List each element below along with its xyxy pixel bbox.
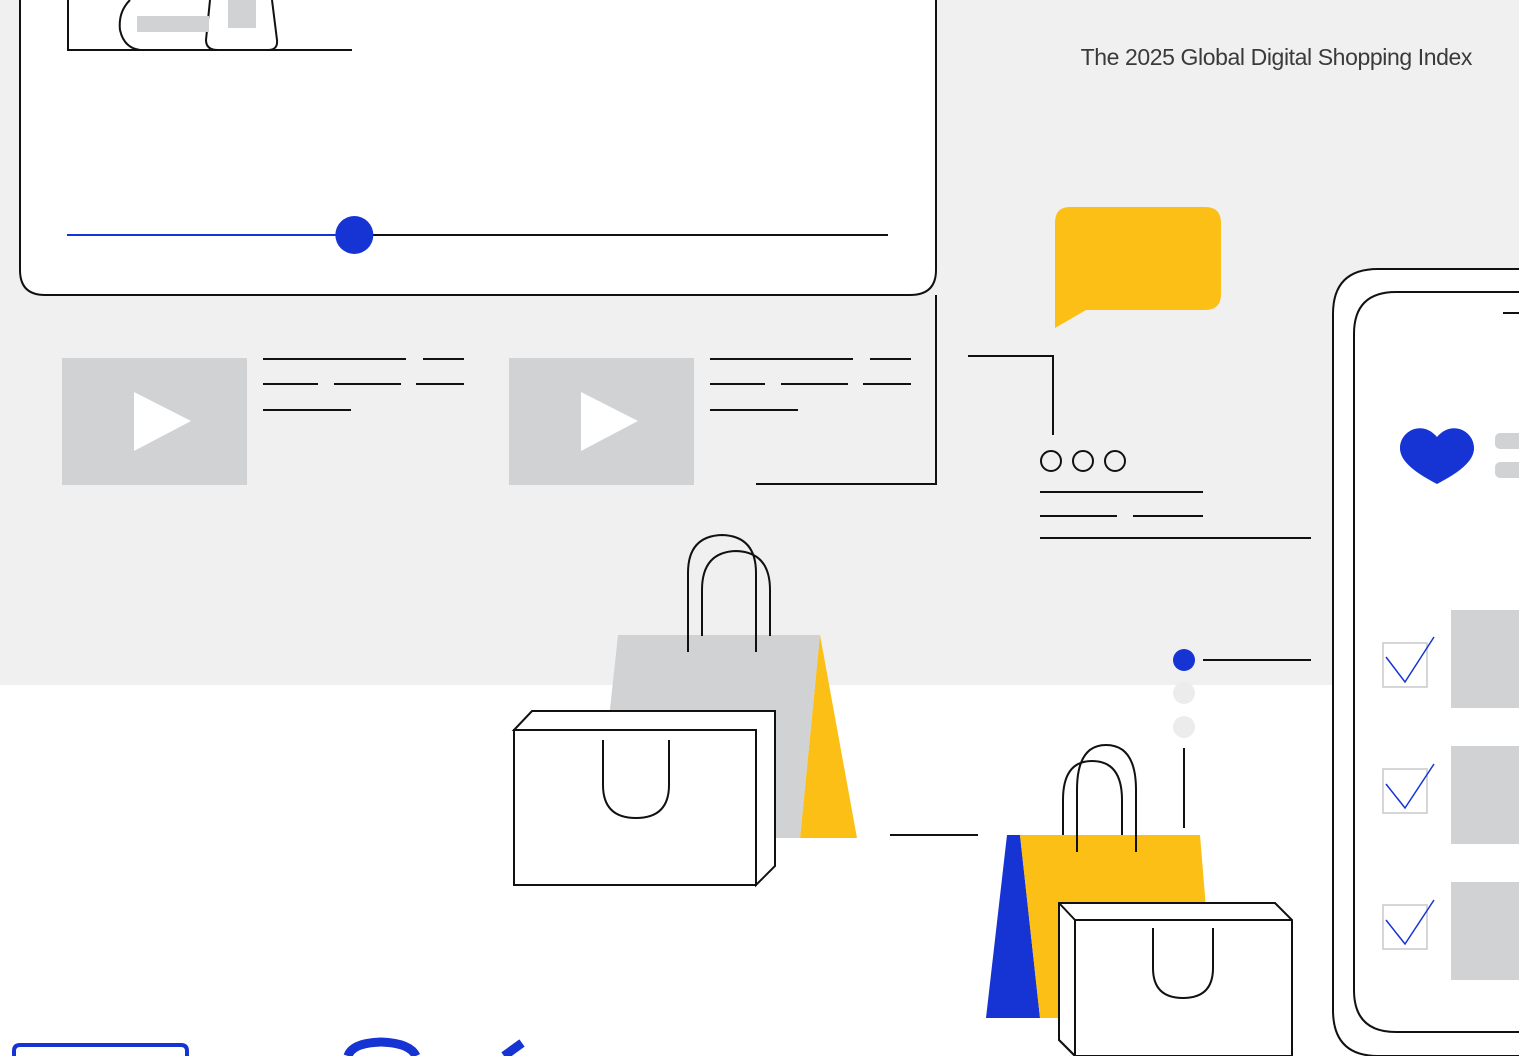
pager-dot[interactable] — [1173, 716, 1195, 738]
video-caption-lines — [710, 358, 911, 411]
chat-connector — [968, 355, 1054, 435]
item-image-placeholder — [1451, 882, 1519, 980]
speech-bubble-icon — [1055, 207, 1221, 328]
frame-connector — [756, 295, 937, 485]
video-caption-lines — [263, 358, 464, 411]
pager-indicator[interactable] — [1173, 649, 1311, 828]
checkbox[interactable] — [1382, 642, 1428, 688]
chat-message-lines — [1040, 491, 1311, 539]
white-bag — [1058, 902, 1293, 1056]
blue-glyph-partial — [343, 1037, 421, 1056]
video-item[interactable] — [509, 358, 911, 485]
checkbox[interactable] — [1382, 768, 1428, 814]
item-image-placeholder — [1451, 610, 1519, 708]
bag-handle — [687, 533, 771, 652]
smartphone — [1332, 268, 1519, 1056]
checkbox[interactable] — [1382, 904, 1428, 950]
blue-glyph-partial — [501, 1039, 525, 1056]
shopping-bag-group — [986, 743, 1293, 1056]
chat-bubble — [968, 207, 1311, 539]
typing-dots — [1040, 450, 1126, 472]
white-bag — [511, 710, 776, 888]
pager-dot[interactable] — [1173, 682, 1195, 704]
pager-dot-active[interactable] — [1173, 649, 1195, 671]
profile-placeholder — [1495, 462, 1519, 478]
progress-knob[interactable] — [335, 216, 374, 254]
shopping-bag-group — [511, 533, 978, 888]
item-image-placeholder — [1451, 746, 1519, 844]
blue-frame-corner — [12, 1043, 189, 1056]
bottom-partial-graphics — [12, 1037, 525, 1056]
profile-placeholder — [1495, 433, 1519, 449]
video-item[interactable] — [62, 358, 464, 485]
media-player-window — [19, 0, 937, 296]
shopping-illustration — [12, 0, 1519, 1056]
